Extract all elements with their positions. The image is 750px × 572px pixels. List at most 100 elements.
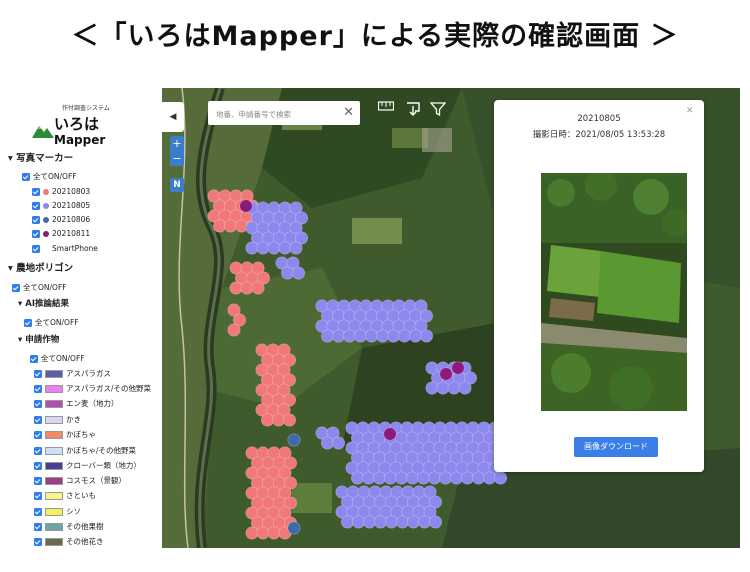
photo-marker-20210805[interactable] (374, 515, 388, 529)
photo-marker-20210805[interactable] (343, 329, 357, 343)
crop-asparagus-other-toggle[interactable]: アスパラガス/その他野菜 (34, 385, 151, 393)
crops-all-toggle[interactable]: 全てON/OFF (30, 355, 85, 363)
photo-marker-20210805[interactable] (278, 241, 292, 255)
crop-pumpkin-toggle[interactable]: かぼちゃ (34, 431, 96, 439)
photo-marker-20210805[interactable] (341, 515, 355, 529)
crop-other-fruit-toggle[interactable]: その他果樹 (34, 523, 104, 531)
photo-marker-20210805[interactable] (256, 241, 270, 255)
photo-marker-20210803[interactable] (272, 413, 286, 427)
zoom-out-button[interactable]: − (170, 151, 184, 166)
photo-marker-20210805[interactable] (351, 471, 365, 485)
crop-asparagus-toggle[interactable]: アスパラガス (34, 370, 111, 378)
crop-cosmos-toggle[interactable]: コスモス（景観） (34, 477, 126, 485)
crop-oats-toggle[interactable]: エン麦（地力） (34, 400, 119, 408)
photo-marker-20210806[interactable] (287, 433, 301, 447)
photo-marker-20210805[interactable] (482, 471, 496, 485)
marker-20210803-toggle[interactable]: 20210803 (32, 188, 90, 196)
photo-marker-20210803[interactable] (245, 526, 259, 540)
photo-marker-20210805[interactable] (373, 471, 387, 485)
photo-marker-20210805[interactable] (409, 329, 423, 343)
photo-marker-20210805[interactable] (428, 515, 442, 529)
photo-marker-20210805[interactable] (417, 515, 431, 529)
crop-taro-toggle[interactable]: さといも (34, 492, 96, 500)
photo-marker-20210805[interactable] (365, 329, 379, 343)
photo-marker-20210805[interactable] (385, 515, 399, 529)
photo-marker-20210805[interactable] (332, 329, 346, 343)
crop-pumpkin-other-toggle[interactable]: かぼちゃ/その他野菜 (34, 447, 136, 455)
photo-marker-20210805[interactable] (493, 471, 507, 485)
marker-20210805-toggle[interactable]: 20210805 (32, 202, 90, 210)
photo-marker-20210805[interactable] (354, 329, 368, 343)
photo-marker-20210803[interactable] (261, 413, 275, 427)
photo-marker-20210806[interactable] (287, 521, 301, 535)
polygons-heading[interactable]: ▾ 農地ポリゴン (8, 264, 73, 274)
photo-marker-20210805[interactable] (447, 381, 461, 395)
sidebar-collapse-button[interactable]: ◀ (162, 102, 184, 132)
photo-marker-20210805[interactable] (396, 515, 410, 529)
photo-markers-heading[interactable]: ▾ 写真マーカー (8, 154, 73, 164)
crop-clover-toggle[interactable]: クローバー類（地力） (34, 462, 141, 470)
photo-marker-20210805[interactable] (352, 515, 366, 529)
photo-marker-20210805[interactable] (436, 381, 450, 395)
export-download-icon[interactable] (405, 101, 425, 121)
photo-marker-20210805[interactable] (449, 471, 463, 485)
photo-marker-20210805[interactable] (419, 329, 433, 343)
photo-marker-20210805[interactable] (289, 241, 303, 255)
north-button[interactable]: N (170, 178, 184, 192)
image-download-button[interactable]: 画像ダウンロード (574, 437, 658, 457)
photo-marker-20210811[interactable] (439, 367, 453, 381)
photo-marker-20210805[interactable] (321, 436, 335, 450)
photo-marker-20210805[interactable] (425, 381, 439, 395)
photo-marker-20210805[interactable] (460, 471, 474, 485)
crop-shiso-toggle[interactable]: シソ (34, 508, 81, 516)
photo-marker-20210803[interactable] (256, 526, 270, 540)
ai-results-all-toggle[interactable]: 全てON/OFF (24, 319, 79, 327)
photo-marker-20210805[interactable] (406, 471, 420, 485)
photo-marker-20210803[interactable] (223, 219, 237, 233)
map-search-input[interactable]: 地番、申請番号で検索 ✕ (208, 101, 360, 125)
crops-heading[interactable]: ▾ 申請作物 (18, 336, 59, 345)
aerial-map[interactable]: ◀ 地番、申請番号で検索 ✕ + − N 20210805 撮影日時：2021/0… (162, 88, 740, 548)
photo-marker-20210805[interactable] (281, 266, 295, 280)
photo-marker-20210811[interactable] (383, 427, 397, 441)
photo-marker-20210805[interactable] (321, 329, 335, 343)
polygons-all-toggle[interactable]: 全てON/OFF (12, 284, 67, 292)
photo-marker-20210805[interactable] (363, 515, 377, 529)
photo-marker-20210803[interactable] (267, 526, 281, 540)
photo-marker-20210805[interactable] (395, 471, 409, 485)
photo-marker-20210805[interactable] (471, 471, 485, 485)
photo-marker-20210803[interactable] (212, 219, 226, 233)
popup-close-icon[interactable]: ✕ (686, 106, 696, 116)
photo-marker-20210803[interactable] (227, 323, 241, 337)
photo-marker-20210811[interactable] (451, 361, 465, 375)
ai-results-heading[interactable]: ▾ AI推論結果 (18, 300, 69, 309)
photo-marker-20210803[interactable] (251, 281, 265, 295)
marker-20210811-toggle[interactable]: 20210811 (32, 230, 90, 238)
photo-marker-20210805[interactable] (267, 241, 281, 255)
measure-ruler-icon[interactable] (378, 101, 398, 121)
photo-marker-20210805[interactable] (427, 471, 441, 485)
crop-other-flowers-toggle[interactable]: その他花き (34, 538, 104, 546)
photo-marker-20210811[interactable] (239, 199, 253, 213)
photo-marker-20210805[interactable] (376, 329, 390, 343)
photo-marker-20210805[interactable] (407, 515, 421, 529)
photo-marker-20210805[interactable] (384, 471, 398, 485)
photo-marker-20210805[interactable] (362, 471, 376, 485)
photo-marker-20210805[interactable] (387, 329, 401, 343)
photo-marker-20210803[interactable] (283, 413, 297, 427)
photo-marker-20210805[interactable] (458, 381, 472, 395)
photo-marker-20210805[interactable] (245, 241, 259, 255)
photo-marker-20210805[interactable] (292, 266, 306, 280)
photo-marker-20210805[interactable] (417, 471, 431, 485)
photo-marker-20210805[interactable] (398, 329, 412, 343)
search-clear-icon[interactable]: ✕ (343, 105, 354, 120)
photo-markers-all-toggle[interactable]: 全てON/OFF (22, 173, 77, 181)
photo-marker-20210803[interactable] (240, 281, 254, 295)
photo-marker-20210805[interactable] (438, 471, 452, 485)
photo-marker-20210803[interactable] (229, 281, 243, 295)
photo-marker-20210805[interactable] (332, 436, 346, 450)
marker-20210806-toggle[interactable]: 20210806 (32, 216, 90, 224)
zoom-in-button[interactable]: + (170, 136, 184, 151)
marker-smartphone-toggle[interactable]: SmartPhone (32, 245, 98, 253)
filter-icon[interactable] (430, 101, 450, 121)
